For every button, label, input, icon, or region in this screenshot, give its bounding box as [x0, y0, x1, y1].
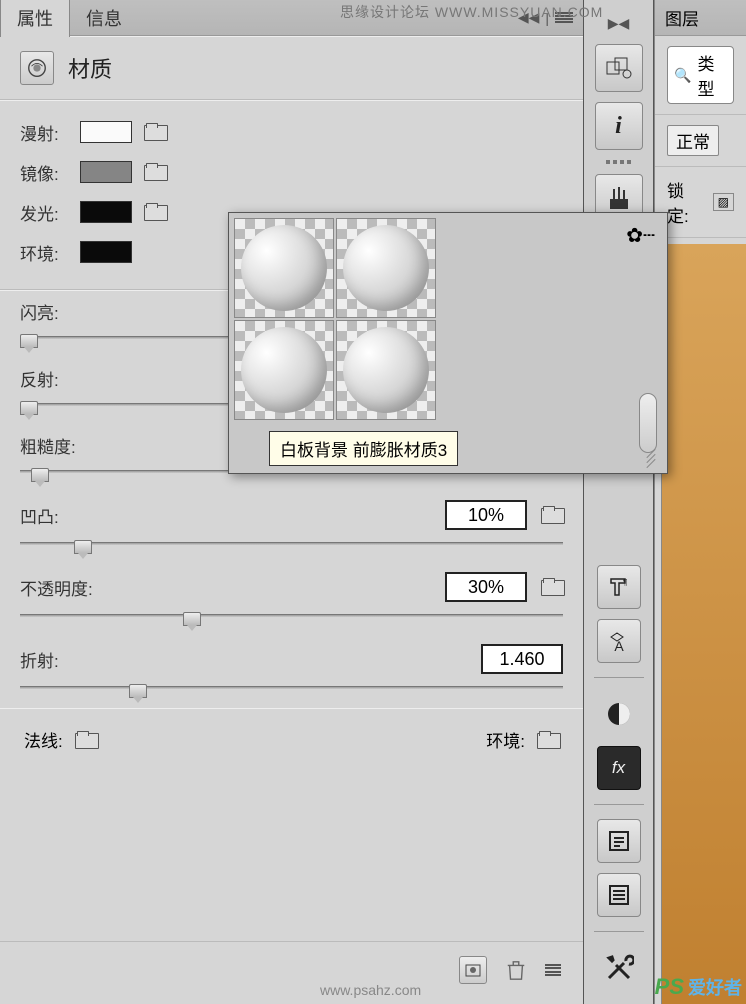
reflect-label: 反射: [20, 366, 59, 391]
folder-icon[interactable] [144, 163, 166, 181]
material-thumb[interactable] [234, 218, 334, 318]
mirror-label: 镜像: [20, 160, 68, 185]
opacity-slider[interactable] [20, 606, 563, 626]
diffuse-swatch[interactable] [80, 121, 132, 143]
watermark-bottom: www.psahz.com [320, 982, 421, 998]
material-thumb[interactable] [336, 218, 436, 318]
layers-panel: 图层 🔍 类型 正常 锁定: ▨ [654, 0, 746, 1004]
paragraph-button[interactable]: ¶ [597, 565, 641, 609]
env-swatch[interactable] [80, 241, 132, 263]
threeD-button[interactable] [595, 44, 643, 92]
gear-icon[interactable]: ✿┄ [626, 223, 655, 248]
collapse-icon[interactable]: ▶◀ [608, 15, 630, 32]
refract-value-input[interactable]: 1.460 [481, 644, 563, 674]
list1-button[interactable] [597, 819, 641, 863]
info-button[interactable]: i [595, 102, 643, 150]
opacity-value-input[interactable]: 30% [445, 572, 527, 602]
refract-slider[interactable] [20, 678, 563, 698]
vertical-toolbar: ▶◀ i ¶ A fx [584, 0, 654, 1004]
lock-icon[interactable]: ▨ [713, 193, 734, 211]
panel-menu-icon[interactable] [545, 964, 561, 976]
mirror-swatch[interactable] [80, 161, 132, 183]
svg-text:A: A [614, 638, 624, 653]
folder-icon[interactable] [144, 123, 166, 141]
material-tooltip: 白板背景 前膨胀材质3 [269, 431, 458, 466]
diffuse-label: 漫射: [20, 120, 68, 145]
blend-mode-select[interactable]: 正常 [667, 125, 719, 156]
resize-grip-icon[interactable] [645, 451, 661, 467]
layer-search[interactable]: 🔍 类型 [667, 46, 734, 104]
normal-label: 法线: [24, 727, 63, 752]
layer-thumbnail[interactable] [661, 244, 746, 1004]
folder-icon[interactable] [537, 731, 559, 749]
folder-icon[interactable] [75, 731, 97, 749]
layers-tab[interactable]: 图层 [665, 5, 699, 30]
panel-title: 材质 [68, 52, 112, 84]
fx-button[interactable]: fx [597, 746, 641, 790]
contrast-button[interactable] [597, 692, 641, 736]
tab-info[interactable]: 信息 [70, 0, 138, 37]
material-picker-popout: ✿┄ 白板背景 前膨胀材质3 [228, 212, 668, 474]
tab-properties[interactable]: 属性 [0, 0, 70, 37]
env2-label: 环境: [486, 727, 525, 752]
shine-label: 闪亮: [20, 299, 59, 324]
material-thumb[interactable] [336, 320, 436, 420]
watermark-top: 思缘设计论坛 WWW.MISSYUAN.COM [340, 2, 603, 22]
env-label: 环境: [20, 240, 68, 265]
rough-label: 粗糙度: [20, 433, 76, 458]
scrollbar-thumb[interactable] [639, 393, 657, 453]
bump-label: 凹凸: [20, 503, 59, 528]
search-type-label: 类型 [697, 50, 727, 100]
folder-icon[interactable] [541, 578, 563, 596]
svg-text:¶: ¶ [623, 578, 627, 587]
properties-panel: 属性 信息 ◀◀ | 材质 漫射: 镜像: [0, 0, 584, 1004]
new-material-button[interactable] [459, 956, 487, 984]
opacity-label: 不透明度: [20, 575, 93, 600]
panel-title-row: 材质 [0, 36, 583, 100]
trash-icon[interactable] [505, 958, 527, 982]
glow-swatch[interactable] [80, 201, 132, 223]
glow-label: 发光: [20, 200, 68, 225]
bump-value-input[interactable]: 10% [445, 500, 527, 530]
folder-icon[interactable] [144, 203, 166, 221]
lock-label: 锁定: [667, 177, 705, 227]
list2-button[interactable] [597, 873, 641, 917]
folder-icon[interactable] [541, 506, 563, 524]
search-icon: 🔍 [674, 67, 691, 84]
bump-slider[interactable] [20, 534, 563, 554]
text-button[interactable]: A [597, 619, 641, 663]
refract-label: 折射: [20, 647, 59, 672]
material-thumb[interactable] [234, 320, 334, 420]
tools-button[interactable] [597, 946, 641, 990]
watermark-logo: PS爱好者 [655, 974, 742, 1000]
material-sphere-icon[interactable] [20, 51, 54, 85]
